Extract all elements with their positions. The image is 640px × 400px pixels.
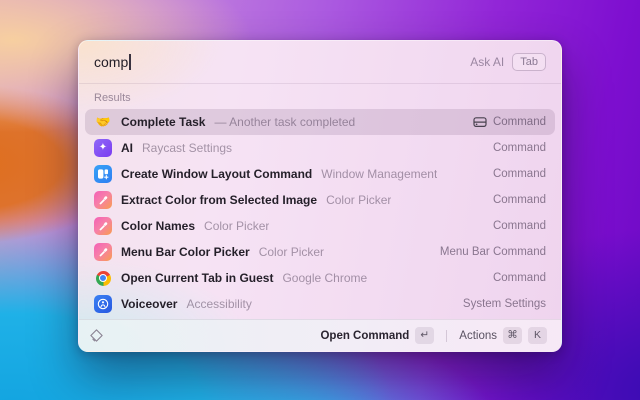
raycast-ai-icon: ✦: [94, 139, 112, 157]
result-subtitle: Color Picker: [204, 219, 269, 233]
results-section-header: Results: [79, 84, 561, 109]
result-type-label: System Settings: [463, 298, 546, 310]
result-subtitle: Accessibility: [186, 297, 251, 311]
color-picker-icon: [94, 191, 112, 209]
result-subtitle: Color Picker: [259, 245, 324, 259]
result-type-label: Command: [493, 116, 546, 128]
result-row[interactable]: Open Current Tab in Guest Google Chrome …: [85, 265, 555, 291]
result-subtitle: Google Chrome: [282, 271, 367, 285]
result-row[interactable]: Menu Bar Color Picker Color Picker Menu …: [85, 239, 555, 265]
actions-button[interactable]: Actions ⌘ K: [455, 325, 551, 346]
result-title: Color Names: [121, 219, 195, 233]
result-row[interactable]: 🤝 Complete Task — Another task completed…: [85, 109, 555, 135]
result-title: Menu Bar Color Picker: [121, 245, 250, 259]
search-input[interactable]: comp: [94, 54, 128, 70]
result-subtitle: Color Picker: [326, 193, 391, 207]
result-title: Create Window Layout Command: [121, 167, 312, 181]
results-list: 🤝 Complete Task — Another task completed…: [79, 109, 561, 319]
window-layout-icon: [94, 165, 112, 183]
result-title: Complete Task: [121, 115, 205, 129]
result-subtitle: Raycast Settings: [142, 141, 232, 155]
search-bar[interactable]: comp Ask AI Tab: [79, 41, 561, 84]
return-key-icon: ↵: [415, 327, 434, 344]
result-type-label: Command: [493, 272, 546, 284]
open-command-button[interactable]: Open Command ↵: [316, 325, 438, 346]
result-row[interactable]: Voiceover Accessibility System Settings: [85, 291, 555, 317]
footer-divider: [446, 330, 447, 342]
result-title: Voiceover: [121, 297, 177, 311]
result-title: Extract Color from Selected Image: [121, 193, 317, 207]
result-type-label: Command: [493, 194, 546, 206]
result-type-label: Command: [493, 168, 546, 180]
result-type-label: Command: [493, 220, 546, 232]
result-type-label: Menu Bar Command: [440, 246, 546, 258]
result-type-label: Command: [493, 142, 546, 154]
k-key-icon: K: [528, 327, 547, 344]
color-picker-icon: [94, 217, 112, 235]
open-command-label: Open Command: [320, 330, 409, 342]
text-caret: [129, 54, 131, 70]
result-subtitle: Window Management: [321, 167, 437, 181]
raycast-logo-icon: [89, 328, 104, 343]
desktop-wallpaper: comp Ask AI Tab Results 🤝 Complete Task …: [0, 0, 640, 400]
result-row[interactable]: Create Window Layout Command Window Mana…: [85, 161, 555, 187]
ask-ai-label[interactable]: Ask AI: [470, 55, 504, 69]
result-subtitle: — Another task completed: [214, 115, 355, 129]
result-row[interactable]: ✦ AI Raycast Settings Command: [85, 135, 555, 161]
raycast-window: comp Ask AI Tab Results 🤝 Complete Task …: [78, 40, 562, 352]
hard-drive-icon: [473, 116, 487, 128]
footer-bar: Open Command ↵ Actions ⌘ K: [79, 319, 561, 351]
color-picker-icon: [94, 243, 112, 261]
handshake-sticker-icon: 🤝: [94, 113, 112, 131]
command-key-icon: ⌘: [503, 327, 522, 344]
actions-label: Actions: [459, 330, 497, 342]
result-row[interactable]: Extract Color from Selected Image Color …: [85, 187, 555, 213]
voiceover-icon: [94, 295, 112, 313]
tab-key-badge: Tab: [512, 53, 546, 71]
result-title: AI: [121, 141, 133, 155]
result-title: Open Current Tab in Guest: [121, 271, 273, 285]
result-row[interactable]: Color Names Color Picker Command: [85, 213, 555, 239]
google-chrome-icon: [94, 269, 112, 287]
